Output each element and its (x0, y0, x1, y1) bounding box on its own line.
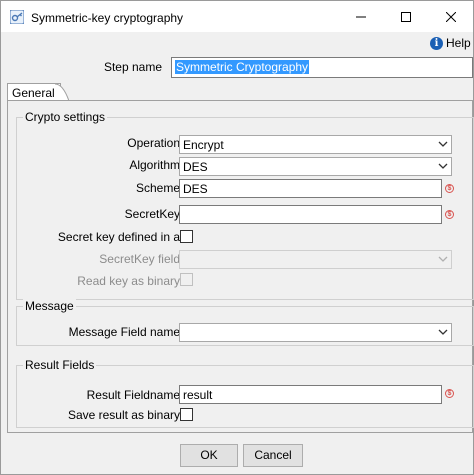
maximize-button[interactable] (383, 1, 428, 32)
app-icon (10, 10, 24, 24)
window-title: Symmetric-key cryptography (31, 11, 184, 25)
help-label: Help (446, 36, 471, 50)
message-group: Message Message Field name (16, 299, 474, 346)
algorithm-label: Algorithm (129, 158, 180, 172)
chevron-down-icon (438, 256, 448, 262)
message-field-label: Message Field name (68, 325, 180, 339)
help-link[interactable]: i Help (430, 35, 471, 51)
step-name-value: Symmetric Cryptography (175, 60, 310, 74)
chevron-down-icon (438, 163, 448, 169)
variable-icon: $ (445, 184, 454, 193)
close-button[interactable] (428, 1, 473, 32)
chevron-down-icon (438, 329, 448, 335)
operation-value: Encrypt (183, 138, 224, 152)
general-tab-panel: Crypto settings Operation Encrypt Algori… (7, 100, 474, 433)
secretkey-input[interactable] (179, 205, 442, 224)
crypto-settings-title: Crypto settings (23, 110, 108, 124)
secretkey-field-label: SecretKey field (99, 252, 180, 266)
result-fields-group: Result Fields Result Fieldname result $ … (16, 358, 474, 428)
chevron-down-icon (438, 141, 448, 147)
message-title: Message (23, 299, 76, 313)
operation-select[interactable]: Encrypt (179, 135, 452, 154)
minimize-button[interactable] (338, 1, 383, 32)
save-binary-checkbox[interactable] (180, 408, 193, 421)
crypto-settings-group: Crypto settings Operation Encrypt Algori… (16, 110, 474, 300)
step-name-input[interactable]: Symmetric Cryptography (171, 57, 473, 78)
secretkey-label: SecretKey (124, 207, 180, 221)
message-field-select[interactable] (179, 323, 452, 342)
title-bar[interactable]: Symmetric-key cryptography (1, 1, 473, 32)
minimize-icon (355, 16, 366, 17)
result-fieldname-label: Result Fieldname (86, 388, 180, 402)
info-icon: i (430, 36, 443, 50)
result-fieldname-value: result (183, 388, 213, 402)
result-fieldname-input[interactable]: result (179, 385, 442, 404)
secret-in-field-label: Secret key defined in a (57, 230, 180, 244)
tab-curve (55, 84, 69, 101)
scheme-value: DES (183, 182, 208, 196)
maximize-icon (400, 11, 411, 22)
secret-in-field-checkbox[interactable] (180, 230, 193, 243)
algorithm-value: DES (183, 160, 208, 174)
tab-general[interactable]: General (7, 83, 61, 101)
step-name-label: Step name (103, 60, 162, 74)
result-fields-title: Result Fields (23, 358, 97, 372)
algorithm-select[interactable]: DES (179, 157, 452, 176)
secretkey-field-select[interactable] (179, 250, 452, 269)
read-binary-checkbox[interactable] (180, 273, 193, 286)
scheme-label: Scheme (135, 181, 180, 195)
dialog-window: Symmetric-key cryptography i Help Step n… (0, 0, 474, 475)
operation-label: Operation (127, 136, 180, 150)
read-binary-label: Read key as binary (77, 274, 180, 288)
save-binary-label: Save result as binary (67, 408, 180, 422)
close-icon (445, 11, 456, 22)
cancel-button[interactable]: Cancel (243, 444, 303, 467)
scheme-input[interactable]: DES (179, 179, 442, 198)
variable-icon: $ (445, 389, 454, 398)
variable-icon: $ (445, 210, 454, 219)
ok-button[interactable]: OK (180, 444, 238, 467)
